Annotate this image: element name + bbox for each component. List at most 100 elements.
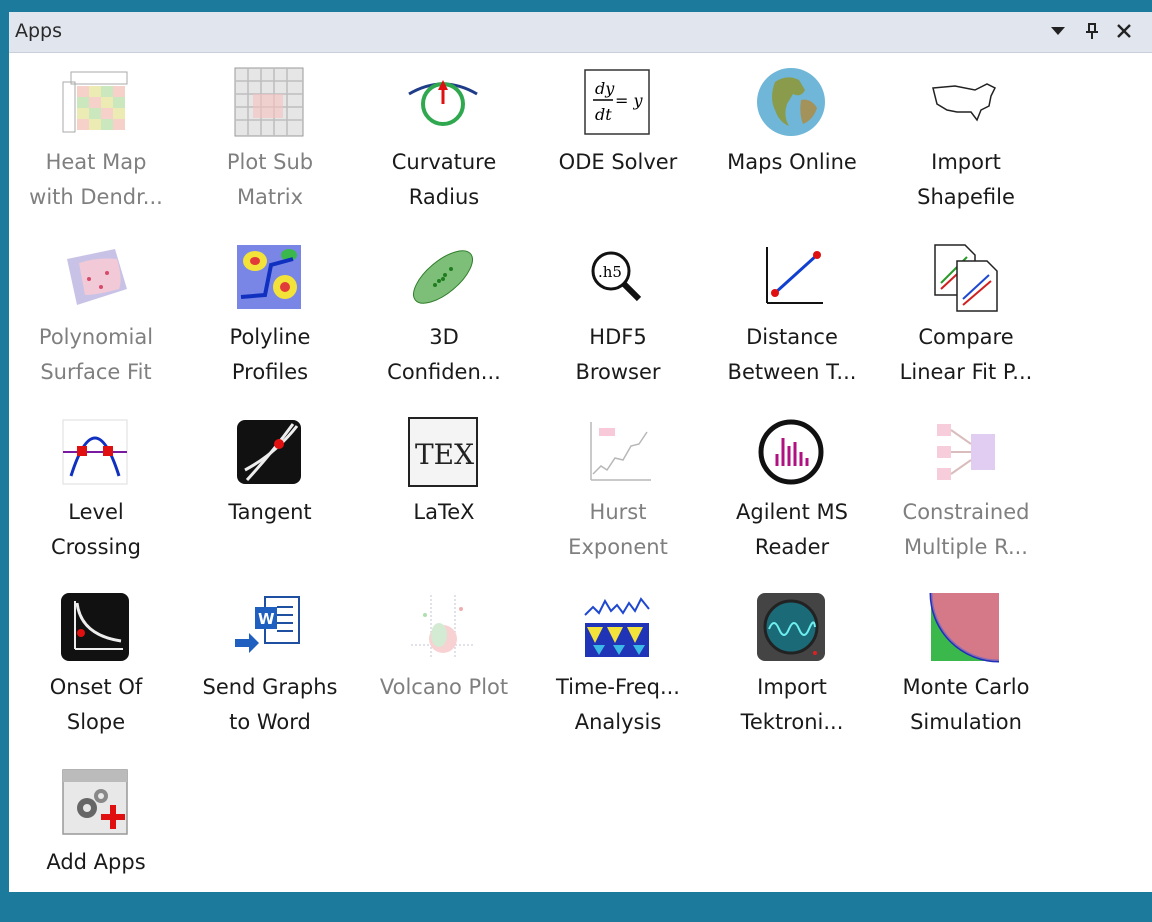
app-polynomial-surface-fit[interactable]: Polynomial Surface Fit <box>9 227 183 397</box>
app-add-apps[interactable]: Add Apps <box>9 752 183 922</box>
app-label-line1: Monte Carlo <box>902 675 1030 699</box>
app-label-line1: ODE Solver <box>558 150 678 174</box>
app-label-line2: Between T... <box>727 360 857 384</box>
app-label-line1: LaTeX <box>413 500 475 524</box>
agilent-icon <box>753 414 829 490</box>
app-label-line2: Exponent <box>568 535 668 559</box>
svg-text:dy: dy <box>595 79 615 98</box>
app-label-line2: Reader <box>754 535 830 559</box>
app-label-line2: Profiles <box>231 360 309 384</box>
pin-icon <box>1086 23 1098 39</box>
monte-carlo-icon <box>927 589 1003 665</box>
app-label-line2: Confiden... <box>387 360 501 384</box>
app-label-line1: Volcano Plot <box>379 675 509 699</box>
time-freq-icon <box>579 589 655 665</box>
app-plot-sub-matrix[interactable]: Plot Sub Matrix <box>183 52 357 222</box>
app-label-line1: Compare <box>918 325 1014 349</box>
heatmap-icon <box>57 64 133 140</box>
apps-panel: Apps Heat Map with Dendr... Plot Sub Mat… <box>9 12 1152 892</box>
app-label-line2: Tektroni... <box>740 710 844 734</box>
app-maps-online[interactable]: Maps Online <box>705 52 879 222</box>
app-label-line2: Linear Fit P... <box>899 360 1033 384</box>
compare-fit-icon <box>927 239 1003 315</box>
app-label-line2: to Word <box>229 710 311 734</box>
app-label-line2: Slope <box>66 710 126 734</box>
app-label-line1: Polynomial <box>38 325 154 349</box>
app-label-line1: Import <box>757 675 827 699</box>
app-label-line1: Tangent <box>228 500 312 524</box>
app-monte-carlo-simulation[interactable]: Monte Carlo Simulation <box>879 577 1053 747</box>
app-label-line1: Import <box>931 150 1001 174</box>
panel-title: Apps <box>15 20 63 42</box>
app-label-line1: 3D <box>429 325 459 349</box>
svg-text:TEX: TEX <box>415 438 474 471</box>
app-label-line2: Shapefile <box>917 185 1015 209</box>
latex-icon: TEX <box>405 414 481 490</box>
app-send-graphs-to-word[interactable]: W Send Graphs to Word <box>183 577 357 747</box>
app-compare-linear-fit[interactable]: Compare Linear Fit P... <box>879 227 1053 397</box>
hdf5-icon: .h5 <box>579 239 655 315</box>
app-time-freq-analysis[interactable]: Time-Freq... Analysis <box>531 577 705 747</box>
add-apps-icon <box>57 764 133 840</box>
app-label-line1: Level <box>68 500 124 524</box>
app-heat-map[interactable]: Heat Map with Dendr... <box>9 52 183 222</box>
curvature-icon <box>405 64 481 140</box>
app-label-line1: Maps Online <box>727 150 857 174</box>
app-label-line2: Analysis <box>574 710 662 734</box>
onset-icon <box>57 589 133 665</box>
app-tangent[interactable]: Tangent <box>183 402 357 572</box>
app-label-line2: Surface Fit <box>40 360 152 384</box>
app-distance-between[interactable]: Distance Between T... <box>705 227 879 397</box>
app-label-line2: Simulation <box>910 710 1022 734</box>
surface-fit-icon <box>57 239 133 315</box>
app-hurst-exponent[interactable]: Hurst Exponent <box>531 402 705 572</box>
app-label-line1: Plot Sub <box>226 150 314 174</box>
app-hdf5-browser[interactable]: .h5 HDF5 Browser <box>531 227 705 397</box>
svg-text:= y: = y <box>615 91 643 110</box>
app-ode-solver[interactable]: dy dt = y ODE Solver <box>531 52 705 222</box>
svg-text:W: W <box>258 610 275 628</box>
app-label-line1: Constrained <box>902 500 1030 524</box>
app-curvature-radius[interactable]: Curvature Radius <box>357 52 531 222</box>
app-label-line1: Agilent MS <box>736 500 848 524</box>
app-onset-of-slope[interactable]: Onset Of Slope <box>9 577 183 747</box>
app-constrained-multiple[interactable]: Constrained Multiple R... <box>879 402 1053 572</box>
app-label-line2: Radius <box>408 185 480 209</box>
constrained-icon <box>927 414 1003 490</box>
app-import-tektronix[interactable]: Import Tektroni... <box>705 577 879 747</box>
ellipsoid-icon <box>405 239 481 315</box>
globe-icon <box>753 64 829 140</box>
app-level-crossing[interactable]: Level Crossing <box>9 402 183 572</box>
svg-text:dt: dt <box>595 105 612 124</box>
close-button[interactable] <box>1111 18 1137 44</box>
usa-map-icon <box>927 64 1003 140</box>
hurst-icon <box>579 414 655 490</box>
level-crossing-icon <box>57 414 133 490</box>
oscilloscope-icon <box>753 589 829 665</box>
app-import-shapefile[interactable]: Import Shapefile <box>879 52 1053 222</box>
app-3d-confidence[interactable]: 3D Confiden... <box>357 227 531 397</box>
plot-sub-matrix-icon <box>231 64 307 140</box>
app-label-line2: with Dendr... <box>29 185 163 209</box>
app-label-line2: Multiple R... <box>904 535 1028 559</box>
pin-button[interactable] <box>1079 18 1105 44</box>
close-icon <box>1117 24 1131 38</box>
app-agilent-ms-reader[interactable]: Agilent MS Reader <box>705 402 879 572</box>
dropdown-button[interactable] <box>1045 18 1071 44</box>
ode-icon: dy dt = y <box>579 64 655 140</box>
app-label-line2: Matrix <box>236 185 304 209</box>
polyline-icon <box>231 239 307 315</box>
app-label-line1: Curvature <box>391 150 497 174</box>
svg-text:.h5: .h5 <box>598 263 622 281</box>
app-label-line1: Heat Map <box>45 150 147 174</box>
app-label-line2: Browser <box>575 360 661 384</box>
app-label-line1: HDF5 <box>589 325 647 349</box>
app-label-line1: Time-Freq... <box>556 675 680 699</box>
panel-titlebar: Apps <box>9 12 1152 53</box>
app-volcano-plot[interactable]: Volcano Plot <box>357 577 531 747</box>
app-polyline-profiles[interactable]: Polyline Profiles <box>183 227 357 397</box>
app-label-line1: Hurst <box>589 500 647 524</box>
app-latex[interactable]: TEX LaTeX <box>357 402 531 572</box>
app-label-line1: Send Graphs <box>202 675 338 699</box>
app-label-line1: Onset Of <box>49 675 143 699</box>
